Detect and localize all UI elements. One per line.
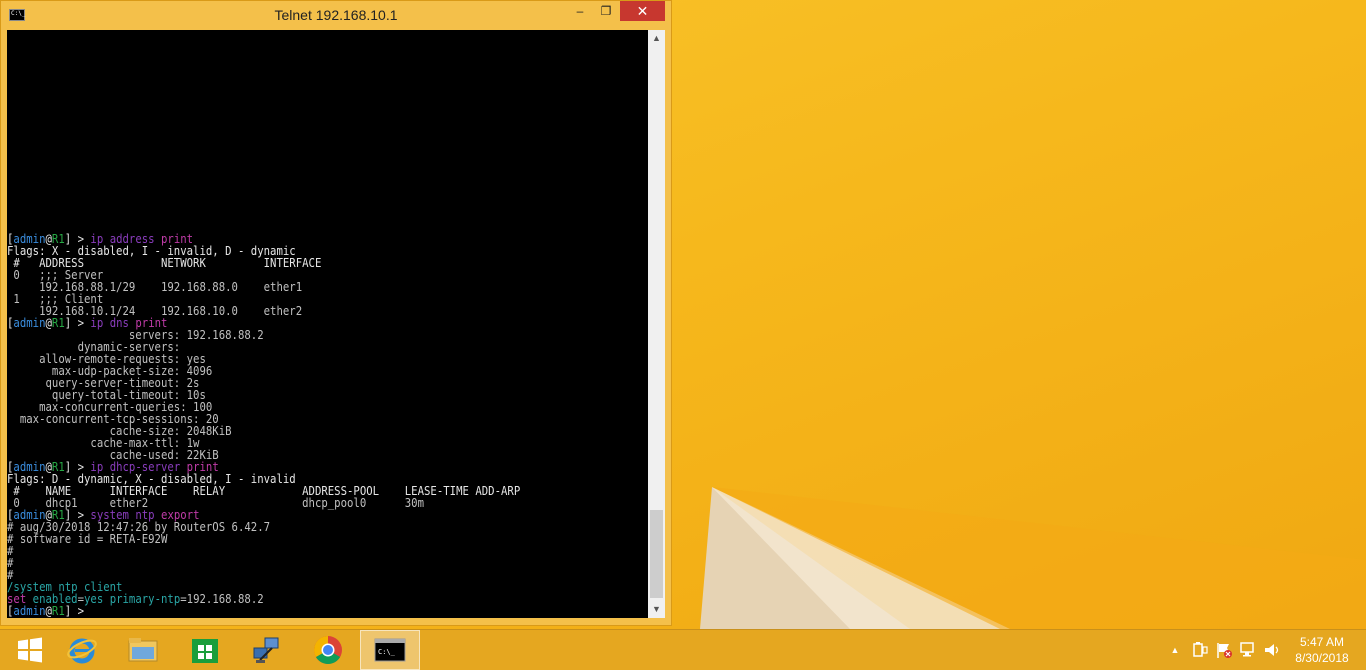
svg-text:C:\_: C:\_ (378, 648, 396, 656)
taskbar: C:\_ ▲ 5:47 AM 8/30/2018 (0, 629, 1366, 670)
taskbar-clock[interactable]: 5:47 AM 8/30/2018 (1286, 634, 1358, 666)
taskbar-network-app[interactable] (236, 630, 296, 670)
volume-icon[interactable] (1262, 640, 1282, 660)
title-bar[interactable]: C:\_ Telnet 192.168.10.1 – ❐ ✕ (1, 1, 671, 29)
taskbar-chrome[interactable] (298, 630, 358, 670)
windows-logo-icon (18, 637, 42, 663)
network-icon[interactable] (1238, 640, 1258, 660)
folder-icon (128, 638, 158, 662)
action-center-flag-icon[interactable] (1214, 640, 1234, 660)
output-line: # (7, 543, 14, 558)
terminal-console[interactable]: [admin@R1] > ip address print Flags: X -… (7, 30, 648, 618)
clock-date: 8/30/2018 (1295, 651, 1349, 665)
start-button[interactable] (0, 630, 60, 670)
clock-time: 5:47 AM (1299, 635, 1345, 649)
close-button[interactable]: ✕ (620, 1, 665, 21)
taskbar-file-explorer[interactable] (113, 630, 173, 670)
vertical-scrollbar[interactable]: ▲ ▼ (648, 30, 665, 618)
telnet-window[interactable]: C:\_ Telnet 192.168.10.1 – ❐ ✕ [admin@R1… (0, 0, 672, 626)
power-icon[interactable] (1190, 640, 1210, 660)
show-hidden-icons-button[interactable]: ▲ (1168, 645, 1182, 655)
console-icon: C:\_ (374, 638, 406, 662)
taskbar-telnet-console[interactable]: C:\_ (360, 630, 420, 670)
taskbar-store[interactable] (175, 630, 235, 670)
minimize-button[interactable]: – (567, 1, 593, 21)
prompt-line[interactable]: [admin@R1] > (7, 604, 558, 617)
network-computers-icon (253, 637, 279, 663)
terminal-output: [admin@R1] > ip address print Flags: X -… (7, 232, 648, 617)
restore-button[interactable]: ❐ (593, 1, 619, 21)
system-tray: ▲ (1168, 630, 1282, 670)
store-icon (192, 639, 218, 663)
chrome-icon (314, 636, 342, 664)
internet-explorer-icon (67, 638, 97, 664)
scroll-up-button[interactable]: ▲ (648, 30, 665, 47)
scroll-thumb[interactable] (650, 510, 663, 598)
taskbar-internet-explorer[interactable] (52, 630, 112, 670)
output-line: # software id = RETA-E92W (7, 531, 168, 546)
output-line: # (7, 555, 14, 570)
scroll-down-button[interactable]: ▼ (648, 601, 665, 618)
